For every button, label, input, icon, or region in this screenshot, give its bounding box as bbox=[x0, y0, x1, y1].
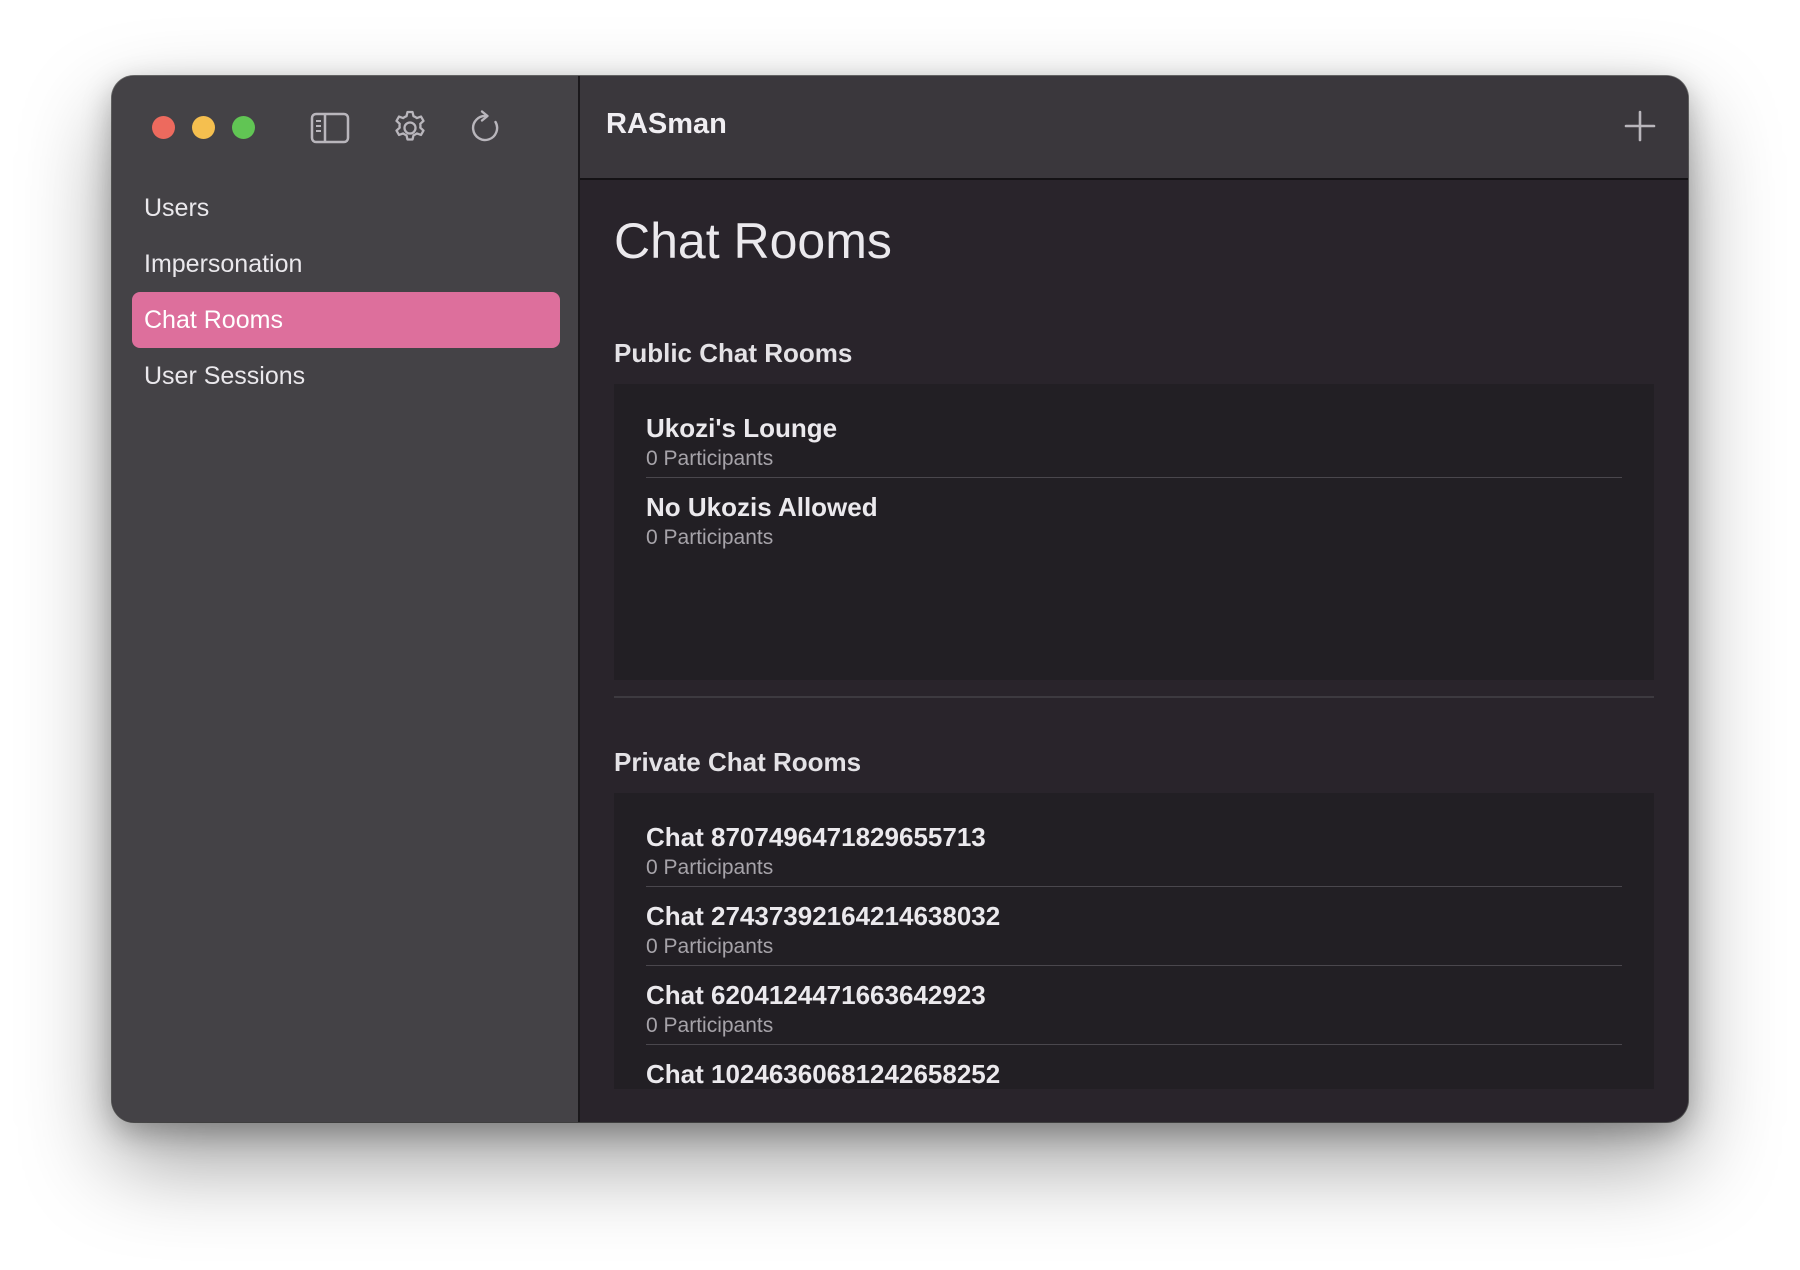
public-rooms-list: Ukozi's Lounge 0 Participants No Ukozis … bbox=[614, 384, 1654, 680]
toolbar: RASman bbox=[580, 76, 1688, 180]
list-item[interactable]: Chat 8707496471829655713 0 Participants bbox=[646, 808, 1622, 887]
room-name: Ukozi's Lounge bbox=[646, 413, 838, 443]
window-close-button[interactable] bbox=[152, 116, 175, 139]
main-content: RASman Chat Rooms Public Chat Rooms Ukoz… bbox=[580, 76, 1688, 1122]
plus-icon[interactable] bbox=[1620, 106, 1660, 146]
private-rooms-list[interactable]: Chat 8707496471829655713 0 Participants … bbox=[614, 793, 1654, 1089]
room-name: Chat 8707496471829655713 bbox=[646, 822, 986, 852]
list-item[interactable]: Ukozi's Lounge 0 Participants bbox=[646, 399, 1622, 478]
room-participants: 0 Participants bbox=[646, 935, 774, 958]
app-window: Users Impersonation Chat Rooms User Sess… bbox=[112, 76, 1688, 1122]
room-participants: 0 Participants bbox=[646, 856, 774, 879]
list-item[interactable]: Chat 10246360681242658252 bbox=[646, 1045, 1622, 1089]
sidebar-item-chat-rooms[interactable]: Chat Rooms bbox=[132, 292, 560, 348]
section-divider bbox=[614, 696, 1654, 698]
sidebar-item-impersonation[interactable]: Impersonation bbox=[132, 236, 560, 292]
list-item[interactable]: Chat 2743739216421463803​2 0 Participant… bbox=[646, 887, 1622, 966]
list-item[interactable]: Chat 6204124471663642923 0 Participants bbox=[646, 966, 1622, 1045]
sidebar: Users Impersonation Chat Rooms User Sess… bbox=[112, 76, 580, 1122]
app-title: RASman bbox=[606, 108, 727, 140]
sidebar-item-users[interactable]: Users bbox=[132, 180, 560, 236]
room-participants: 0 Participants bbox=[646, 1014, 774, 1037]
gear-icon[interactable] bbox=[388, 106, 432, 150]
room-name: Chat 6204124471663642923 bbox=[646, 980, 986, 1010]
refresh-icon[interactable] bbox=[464, 106, 508, 150]
private-rooms-heading: Private Chat Rooms bbox=[614, 747, 862, 777]
window-minimize-button[interactable] bbox=[192, 116, 215, 139]
sidebar-item-user-sessions[interactable]: User Sessions bbox=[132, 348, 560, 404]
window-zoom-button[interactable] bbox=[232, 116, 255, 139]
list-item[interactable]: No Ukozis Allowed 0 Participants bbox=[646, 478, 1622, 557]
sidebar-toggle-icon[interactable] bbox=[308, 106, 352, 150]
room-name: Chat 10246360681242658252 bbox=[646, 1059, 1001, 1089]
public-rooms-heading: Public Chat Rooms bbox=[614, 338, 853, 368]
room-name: No Ukozis Allowed bbox=[646, 492, 878, 522]
room-participants: 0 Participants bbox=[646, 447, 774, 470]
sidebar-nav: Users Impersonation Chat Rooms User Sess… bbox=[132, 180, 560, 404]
page-title: Chat Rooms bbox=[614, 213, 892, 269]
room-participants: 0 Participants bbox=[646, 526, 774, 549]
room-name: Chat 2743739216421463803​2 bbox=[646, 901, 1001, 931]
